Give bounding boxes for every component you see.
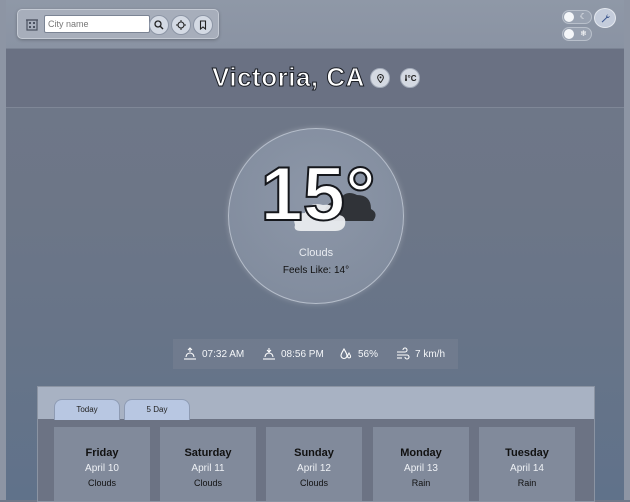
wind-stat: 7 km/h [396, 339, 445, 369]
temperature-value: 15° [260, 152, 377, 237]
settings-button[interactable] [594, 8, 616, 28]
moon-icon: ☾ [579, 12, 587, 21]
city-title: Victoria, CA [212, 62, 365, 93]
forecast-date: April 10 [85, 463, 119, 474]
forecast-card[interactable]: Saturday April 11 Clouds [160, 427, 256, 501]
sunrise-stat: 07:32 AM [183, 339, 244, 369]
bookmark-icon [199, 20, 207, 30]
forecast-day: Sunday [294, 447, 334, 459]
forecast-condition: Clouds [87, 478, 116, 488]
tab-today[interactable]: Today [54, 399, 120, 420]
unit-label: °C [407, 73, 417, 83]
locate-button[interactable] [171, 15, 191, 35]
forecast-date: April 14 [510, 463, 544, 474]
forecast-tab-bar: Today 5 Day [38, 387, 594, 420]
weather-stats: 07:32 AM 08:56 PM 56% 7 km/h [173, 339, 458, 369]
wind-value: 7 km/h [415, 348, 446, 360]
locate-icon [176, 20, 186, 30]
humidity-icon [340, 347, 352, 359]
search-bar [17, 9, 219, 39]
sunset-value: 08:56 PM [281, 348, 324, 360]
forecast-day: Saturday [184, 447, 232, 459]
sunrise-value: 07:32 AM [202, 348, 245, 360]
forecast-condition: Clouds [193, 478, 222, 488]
forecast-panel: Today 5 Day Friday April 10 Clouds Satur… [37, 386, 595, 502]
wind-icon [397, 347, 410, 360]
current-weather-circle: 15° Clouds Feels Like: 14° [228, 128, 404, 304]
humidity-value: 56% [358, 348, 379, 360]
sunrise-icon [184, 347, 196, 360]
forecast-date: April 11 [191, 463, 225, 474]
snowflake-icon: ❄ [580, 29, 587, 38]
tab-5-day[interactable]: 5 Day [124, 399, 190, 420]
location-button[interactable] [370, 68, 390, 88]
forecast-condition: Clouds [299, 478, 328, 488]
forecast-day: Monday [400, 447, 442, 459]
forecast-date: April 12 [297, 463, 331, 474]
search-button[interactable] [149, 15, 169, 35]
sunset-icon [263, 348, 275, 360]
sunset-stat: 08:56 PM [262, 339, 324, 369]
forecast-condition: Rain [517, 478, 537, 488]
unit-button[interactable]: °C [400, 68, 420, 88]
condition-label: Clouds [298, 247, 334, 259]
forecast-date: April 13 [404, 463, 438, 474]
units-toggle[interactable]: ❄ [562, 27, 592, 41]
forecast-card[interactable]: Tuesday April 14 Rain [479, 427, 575, 501]
forecast-card[interactable]: Sunday April 12 Clouds [266, 427, 362, 501]
forecast-card[interactable]: Monday April 13 Rain [373, 427, 469, 501]
location-pin-icon [376, 73, 384, 83]
forecast-day: Friday [85, 447, 119, 459]
feels-like-label: Feels Like: 14° [282, 265, 350, 276]
city-search-input[interactable] [44, 15, 150, 33]
wrench-icon [601, 13, 610, 23]
window-frame-right [624, 0, 630, 500]
toggle-knob [564, 29, 574, 39]
toggle-knob [564, 12, 574, 22]
theme-toggle[interactable]: ☾ [562, 10, 592, 24]
search-icon [154, 20, 164, 30]
forecast-card[interactable]: Friday April 10 Clouds [54, 427, 150, 501]
forecast-day: Tuesday [505, 447, 549, 459]
forecast-condition: Rain [411, 478, 431, 488]
bookmark-button[interactable] [193, 15, 213, 35]
humidity-stat: 56% [339, 339, 378, 369]
building-icon [25, 16, 39, 31]
